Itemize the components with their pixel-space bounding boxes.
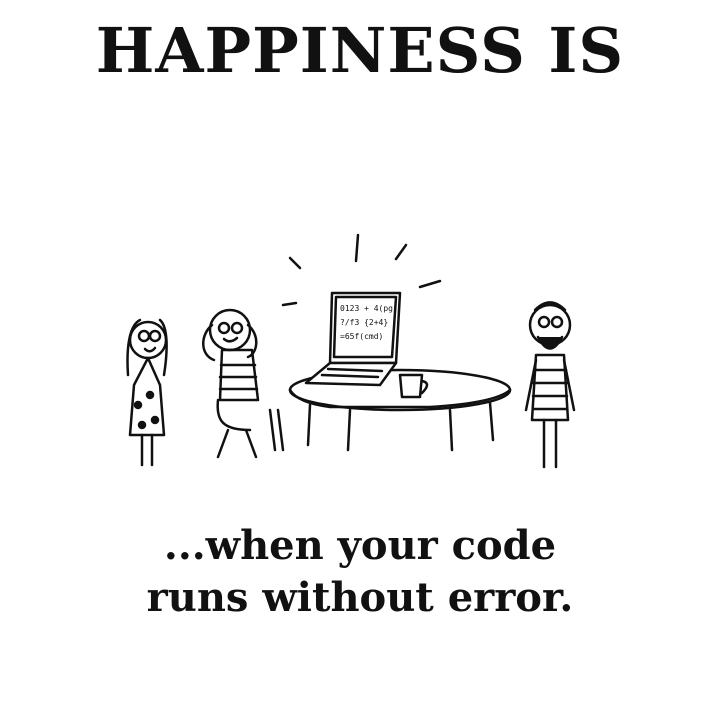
laptop: 0123 + 4(pg ?/f3 {2+4} =65f(cmd) [304,291,402,387]
caption: ...when your code runs without error. [0,520,720,624]
coffee-mug [398,373,429,399]
bearded-man-figure [524,301,576,469]
seated-person-figure [202,308,285,459]
screen-code-line-2: ?/f3 {2+4} [340,318,388,327]
woman-figure [126,318,168,467]
screen-code-line-3: =65f(cmd) [340,332,383,341]
caption-line-1: ...when your code [163,522,557,569]
screen-code-line-1: 0123 + 4(pg [340,304,393,313]
headline: HAPPINESS IS [95,14,625,87]
caption-line-2: runs without error. [146,574,574,621]
cartoon-illustration: 0123 + 4(pg ?/f3 {2+4} =65f(cmd) [126,233,576,469]
